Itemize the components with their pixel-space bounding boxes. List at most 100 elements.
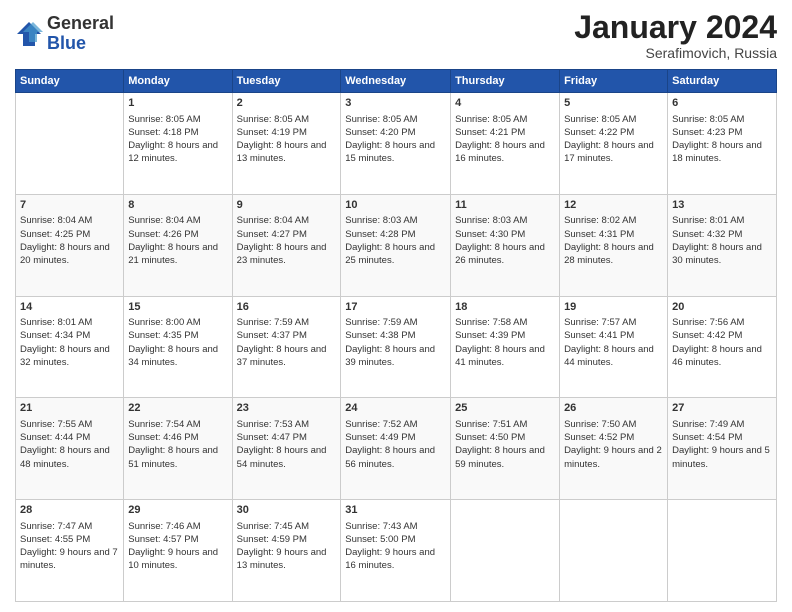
- sunrise-text: Sunrise: 8:01 AM: [672, 214, 772, 227]
- daylight-text: Daylight: 8 hours and 16 minutes.: [455, 139, 555, 166]
- logo-general: General: [47, 14, 114, 34]
- table-row: 15Sunrise: 8:00 AMSunset: 4:35 PMDayligh…: [124, 296, 232, 398]
- day-number: 31: [345, 503, 446, 518]
- sunset-text: Sunset: 4:55 PM: [20, 533, 119, 546]
- day-number: 30: [237, 503, 337, 518]
- day-number: 5: [564, 96, 663, 111]
- sunrise-text: Sunrise: 8:05 AM: [672, 113, 772, 126]
- day-number: 18: [455, 300, 555, 315]
- header: General Blue January 2024 Serafimovich, …: [15, 10, 777, 61]
- sunset-text: Sunset: 4:57 PM: [128, 533, 227, 546]
- daylight-text: Daylight: 8 hours and 28 minutes.: [564, 241, 663, 268]
- day-number: 4: [455, 96, 555, 111]
- table-row: 16Sunrise: 7:59 AMSunset: 4:37 PMDayligh…: [232, 296, 341, 398]
- daylight-text: Daylight: 8 hours and 39 minutes.: [345, 343, 446, 370]
- table-row: 19Sunrise: 7:57 AMSunset: 4:41 PMDayligh…: [560, 296, 668, 398]
- calendar-header-row: Sunday Monday Tuesday Wednesday Thursday…: [16, 70, 777, 93]
- logo-text: General Blue: [47, 14, 114, 54]
- sunrise-text: Sunrise: 8:05 AM: [564, 113, 663, 126]
- logo-blue: Blue: [47, 34, 114, 54]
- sunrise-text: Sunrise: 7:43 AM: [345, 520, 446, 533]
- daylight-text: Daylight: 8 hours and 13 minutes.: [237, 139, 337, 166]
- header-friday: Friday: [560, 70, 668, 93]
- day-number: 16: [237, 300, 337, 315]
- table-row: 9Sunrise: 8:04 AMSunset: 4:27 PMDaylight…: [232, 194, 341, 296]
- sunrise-text: Sunrise: 7:52 AM: [345, 418, 446, 431]
- daylight-text: Daylight: 9 hours and 16 minutes.: [345, 546, 446, 573]
- sunrise-text: Sunrise: 8:05 AM: [128, 113, 227, 126]
- table-row: 6Sunrise: 8:05 AMSunset: 4:23 PMDaylight…: [668, 93, 777, 195]
- sunset-text: Sunset: 4:52 PM: [564, 431, 663, 444]
- sunset-text: Sunset: 4:50 PM: [455, 431, 555, 444]
- sunset-text: Sunset: 4:27 PM: [237, 228, 337, 241]
- sunset-text: Sunset: 4:41 PM: [564, 329, 663, 342]
- table-row: 31Sunrise: 7:43 AMSunset: 5:00 PMDayligh…: [341, 500, 451, 602]
- daylight-text: Daylight: 9 hours and 5 minutes.: [672, 444, 772, 471]
- sunset-text: Sunset: 4:20 PM: [345, 126, 446, 139]
- sunrise-text: Sunrise: 8:05 AM: [455, 113, 555, 126]
- month-title: January 2024: [574, 10, 777, 45]
- day-number: 6: [672, 96, 772, 111]
- day-number: 9: [237, 198, 337, 213]
- sunrise-text: Sunrise: 7:55 AM: [20, 418, 119, 431]
- table-row: 1Sunrise: 8:05 AMSunset: 4:18 PMDaylight…: [124, 93, 232, 195]
- logo: General Blue: [15, 14, 114, 54]
- table-row: 25Sunrise: 7:51 AMSunset: 4:50 PMDayligh…: [451, 398, 560, 500]
- table-row: [560, 500, 668, 602]
- day-number: 21: [20, 401, 119, 416]
- sunrise-text: Sunrise: 7:57 AM: [564, 316, 663, 329]
- day-number: 11: [455, 198, 555, 213]
- day-number: 22: [128, 401, 227, 416]
- sunrise-text: Sunrise: 8:00 AM: [128, 316, 227, 329]
- day-number: 28: [20, 503, 119, 518]
- table-row: 29Sunrise: 7:46 AMSunset: 4:57 PMDayligh…: [124, 500, 232, 602]
- day-number: 20: [672, 300, 772, 315]
- table-row: 30Sunrise: 7:45 AMSunset: 4:59 PMDayligh…: [232, 500, 341, 602]
- sunrise-text: Sunrise: 7:45 AM: [237, 520, 337, 533]
- table-row: 10Sunrise: 8:03 AMSunset: 4:28 PMDayligh…: [341, 194, 451, 296]
- daylight-text: Daylight: 9 hours and 2 minutes.: [564, 444, 663, 471]
- page: General Blue January 2024 Serafimovich, …: [0, 0, 792, 612]
- daylight-text: Daylight: 8 hours and 32 minutes.: [20, 343, 119, 370]
- sunset-text: Sunset: 4:59 PM: [237, 533, 337, 546]
- daylight-text: Daylight: 9 hours and 10 minutes.: [128, 546, 227, 573]
- daylight-text: Daylight: 8 hours and 20 minutes.: [20, 241, 119, 268]
- header-wednesday: Wednesday: [341, 70, 451, 93]
- table-row: 26Sunrise: 7:50 AMSunset: 4:52 PMDayligh…: [560, 398, 668, 500]
- sunrise-text: Sunrise: 7:49 AM: [672, 418, 772, 431]
- day-number: 17: [345, 300, 446, 315]
- sunrise-text: Sunrise: 7:46 AM: [128, 520, 227, 533]
- daylight-text: Daylight: 8 hours and 21 minutes.: [128, 241, 227, 268]
- table-row: 17Sunrise: 7:59 AMSunset: 4:38 PMDayligh…: [341, 296, 451, 398]
- table-row: 11Sunrise: 8:03 AMSunset: 4:30 PMDayligh…: [451, 194, 560, 296]
- daylight-text: Daylight: 8 hours and 37 minutes.: [237, 343, 337, 370]
- sunrise-text: Sunrise: 8:04 AM: [128, 214, 227, 227]
- sunset-text: Sunset: 4:35 PM: [128, 329, 227, 342]
- daylight-text: Daylight: 8 hours and 44 minutes.: [564, 343, 663, 370]
- day-number: 25: [455, 401, 555, 416]
- day-number: 15: [128, 300, 227, 315]
- sunset-text: Sunset: 4:44 PM: [20, 431, 119, 444]
- day-number: 27: [672, 401, 772, 416]
- sunset-text: Sunset: 4:34 PM: [20, 329, 119, 342]
- header-tuesday: Tuesday: [232, 70, 341, 93]
- sunset-text: Sunset: 4:47 PM: [237, 431, 337, 444]
- calendar-table: Sunday Monday Tuesday Wednesday Thursday…: [15, 69, 777, 602]
- title-block: January 2024 Serafimovich, Russia: [574, 10, 777, 61]
- daylight-text: Daylight: 8 hours and 17 minutes.: [564, 139, 663, 166]
- table-row: 13Sunrise: 8:01 AMSunset: 4:32 PMDayligh…: [668, 194, 777, 296]
- table-row: 8Sunrise: 8:04 AMSunset: 4:26 PMDaylight…: [124, 194, 232, 296]
- day-number: 3: [345, 96, 446, 111]
- daylight-text: Daylight: 8 hours and 30 minutes.: [672, 241, 772, 268]
- day-number: 10: [345, 198, 446, 213]
- daylight-text: Daylight: 8 hours and 18 minutes.: [672, 139, 772, 166]
- sunrise-text: Sunrise: 7:56 AM: [672, 316, 772, 329]
- calendar-week-row: 21 Sunrise: 7:55 AMSunset: 4:44 PM Dayligh…: [16, 398, 777, 500]
- sunset-text: Sunset: 4:38 PM: [345, 329, 446, 342]
- table-row: 22Sunrise: 7:54 AMSunset: 4:46 PMDayligh…: [124, 398, 232, 500]
- sunrise-text: Sunrise: 8:04 AM: [237, 214, 337, 227]
- table-row: 4Sunrise: 8:05 AMSunset: 4:21 PMDaylight…: [451, 93, 560, 195]
- sunrise-text: Sunrise: 7:47 AM: [20, 520, 119, 533]
- day-number: 12: [564, 198, 663, 213]
- sunrise-text: Sunrise: 8:03 AM: [345, 214, 446, 227]
